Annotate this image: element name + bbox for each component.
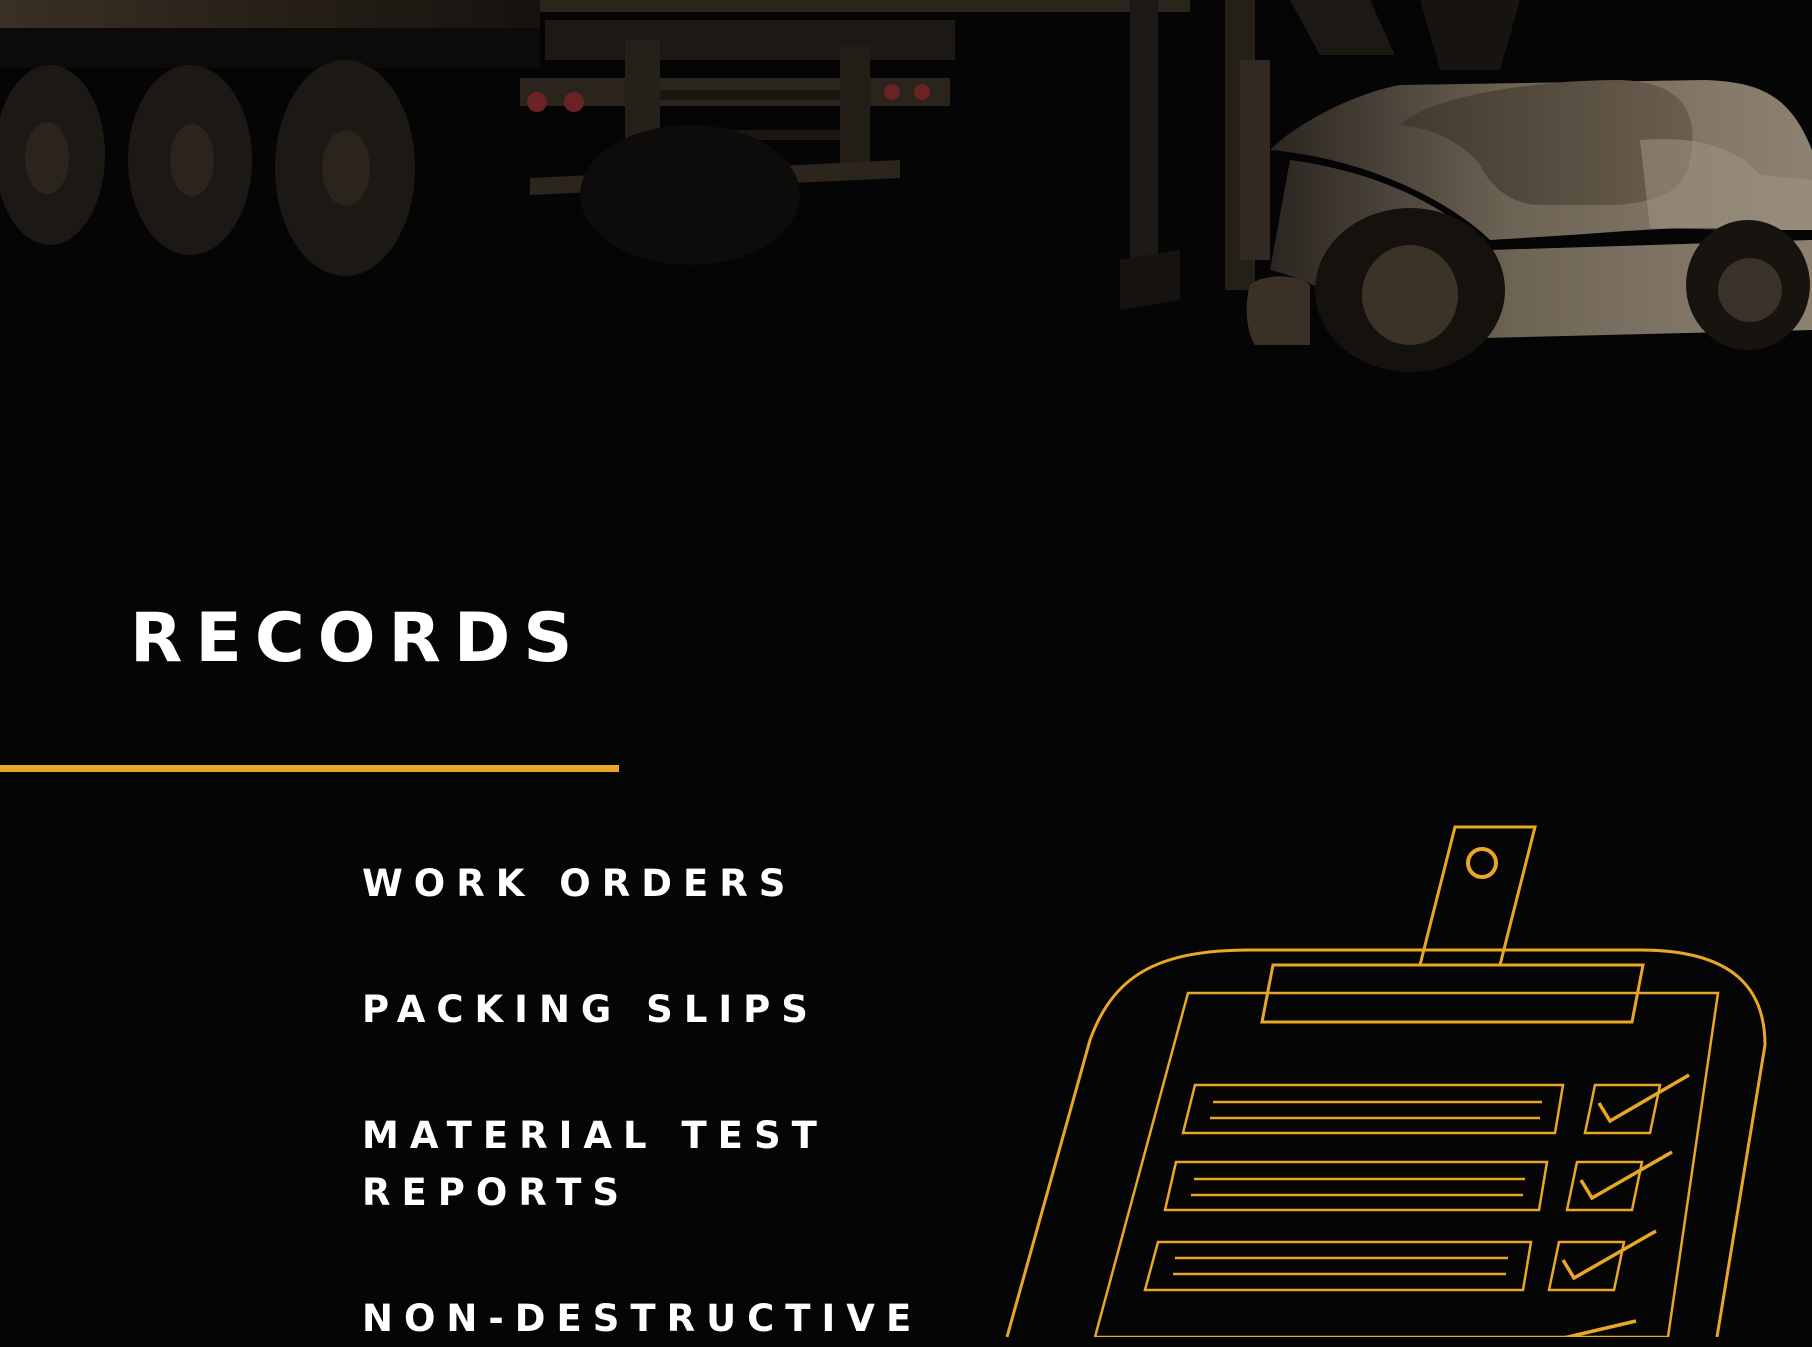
list-item-non-destructive: NON-DESTRUCTIVE bbox=[362, 1297, 923, 1340]
records-list: WORK ORDERS PACKING SLIPS MATERIAL TEST … bbox=[362, 855, 1002, 1347]
list-item-work-orders: WORK ORDERS bbox=[362, 862, 797, 905]
list-item-material-test-reports: MATERIAL TEST REPORTS bbox=[362, 1114, 828, 1214]
clipboard-checklist-icon bbox=[995, 815, 1775, 1342]
hero-illustration bbox=[0, 0, 1812, 400]
accent-divider bbox=[0, 765, 619, 772]
list-item-packing-slips: PACKING SLIPS bbox=[362, 988, 819, 1031]
truck-forklift-icon bbox=[0, 0, 1812, 372]
section-heading: RECORDS bbox=[130, 599, 586, 678]
